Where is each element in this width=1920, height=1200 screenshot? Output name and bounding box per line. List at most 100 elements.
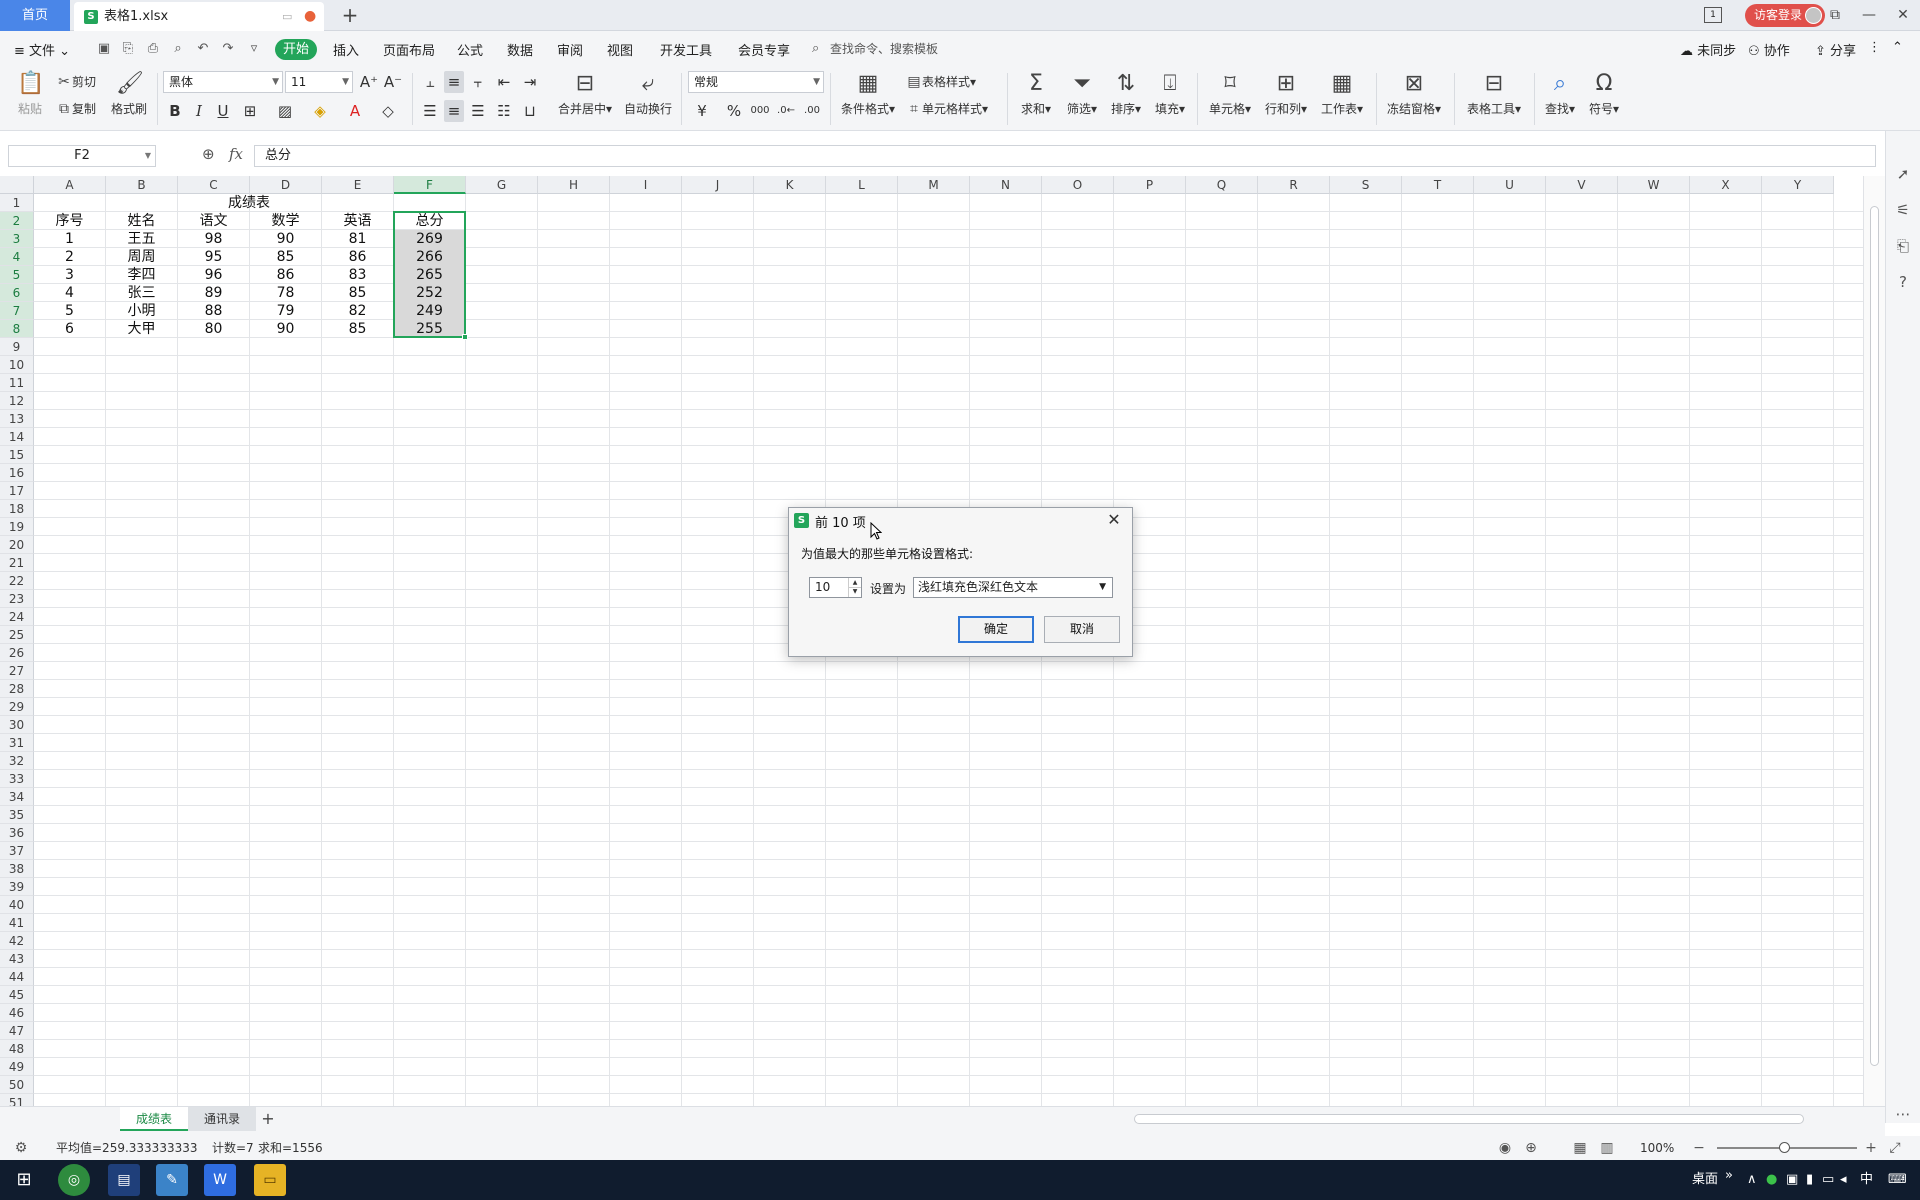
table-cell[interactable]: 姓名	[106, 212, 177, 230]
add-sheet-button[interactable]: +	[258, 1107, 278, 1131]
sheet-title-cell[interactable]: 成绩表	[34, 194, 464, 212]
collaborate-button[interactable]: ⚇ 协作	[1748, 40, 1790, 59]
cell-button[interactable]: ⌑ 单元格▾	[1206, 71, 1254, 117]
row-header[interactable]: 16	[0, 464, 34, 482]
more-menu-icon[interactable]: ⋮	[1868, 40, 1881, 55]
italic-icon[interactable]: I	[189, 100, 209, 122]
macro-icon[interactable]: ⚙	[12, 1139, 30, 1157]
cancel-button[interactable]: 取消	[1044, 616, 1120, 643]
row-header[interactable]: 41	[0, 914, 34, 932]
table-cell[interactable]: 85	[322, 320, 393, 338]
cell-style-button[interactable]: ⌗ 单元格样式▾	[906, 100, 988, 117]
row-header[interactable]: 8	[0, 320, 34, 338]
menu-developer[interactable]: 开发工具	[660, 40, 712, 59]
vertical-scroll-thumb[interactable]	[1870, 206, 1879, 1066]
wrap-text-button[interactable]: ⤶ 自动换行	[622, 71, 674, 117]
freeze-panes-button[interactable]: ⊠ 冻结窗格▾	[1384, 71, 1444, 117]
row-header[interactable]: 17	[0, 482, 34, 500]
column-header-f[interactable]: F	[394, 176, 466, 194]
row-header[interactable]: 20	[0, 536, 34, 554]
percent-icon[interactable]: %	[724, 100, 744, 122]
worksheet-button[interactable]: ▦ 工作表▾	[1318, 71, 1366, 117]
row-header[interactable]: 42	[0, 932, 34, 950]
row-header[interactable]: 11	[0, 374, 34, 392]
sheet-tab-grades[interactable]: 成绩表	[120, 1107, 188, 1131]
table-cell[interactable]: 5	[34, 302, 105, 320]
menu-view[interactable]: 视图	[607, 40, 633, 59]
row-header[interactable]: 26	[0, 644, 34, 662]
column-header-s[interactable]: S	[1330, 176, 1402, 194]
row-header[interactable]: 40	[0, 896, 34, 914]
decrease-indent-icon[interactable]: ⇤	[494, 71, 514, 93]
table-cell[interactable]: 小明	[106, 302, 177, 320]
row-header[interactable]: 6	[0, 284, 34, 302]
tray-app-icon[interactable]: ●	[1766, 1160, 1777, 1200]
table-cell[interactable]: 4	[34, 284, 105, 302]
customize-toolbar-icon[interactable]: ▿	[246, 41, 262, 57]
column-header-n[interactable]: N	[970, 176, 1042, 194]
row-header[interactable]: 18	[0, 500, 34, 518]
table-cell[interactable]: 语文	[178, 212, 249, 230]
menu-member[interactable]: 会员专享	[738, 40, 790, 59]
row-header[interactable]: 23	[0, 590, 34, 608]
row-header[interactable]: 10	[0, 356, 34, 374]
zoom-slider-knob[interactable]	[1779, 1142, 1790, 1153]
tray-volume-icon[interactable]: ◂	[1840, 1160, 1847, 1200]
column-header-v[interactable]: V	[1546, 176, 1618, 194]
fill-button[interactable]: ⍗ 填充▾	[1152, 71, 1188, 117]
settings-sliders-icon[interactable]: ⚟	[1894, 201, 1912, 219]
table-cell[interactable]: 数学	[250, 212, 321, 230]
row-header[interactable]: 44	[0, 968, 34, 986]
tray-mic-icon[interactable]: ▮	[1806, 1160, 1813, 1200]
table-cell[interactable]: 80	[178, 320, 249, 338]
sort-button[interactable]: ⇅ 排序▾	[1108, 71, 1144, 117]
align-right-icon[interactable]: ☰	[468, 100, 488, 122]
increase-font-icon[interactable]: A⁺	[359, 71, 379, 93]
eye-protection-icon[interactable]: ◉	[1496, 1139, 1514, 1157]
column-header-y[interactable]: Y	[1762, 176, 1834, 194]
unsaved-dot-icon[interactable]: ●	[304, 2, 316, 31]
column-header-r[interactable]: R	[1258, 176, 1330, 194]
decrease-decimal-icon[interactable]: .00	[802, 100, 822, 122]
select-all-corner[interactable]	[0, 176, 34, 194]
align-middle-icon[interactable]: ≡	[444, 71, 464, 93]
vertical-scrollbar[interactable]	[1863, 176, 1885, 1106]
media-app-icon[interactable]: ▤	[108, 1164, 140, 1196]
row-header[interactable]: 28	[0, 680, 34, 698]
horizontal-scroll-thumb[interactable]	[1134, 1114, 1804, 1124]
table-cell[interactable]: 85	[250, 248, 321, 266]
border-icon[interactable]: ⊞	[240, 100, 260, 122]
distribute-icon[interactable]: ⊔	[520, 100, 540, 122]
copy-button[interactable]: ⧉ 复制	[56, 100, 96, 117]
bold-icon[interactable]: B	[165, 100, 185, 122]
table-cell[interactable]: 89	[178, 284, 249, 302]
menu-formula[interactable]: 公式	[457, 40, 483, 59]
ok-button[interactable]: 确定	[958, 616, 1034, 643]
zoom-out-icon[interactable]: −	[1690, 1139, 1708, 1157]
browser-app-icon[interactable]: ◎	[58, 1164, 90, 1196]
guest-login-button[interactable]: 访客登录	[1745, 4, 1825, 27]
table-cell[interactable]: 90	[250, 320, 321, 338]
share-button[interactable]: ⇪ 分享	[1815, 40, 1856, 59]
justify-icon[interactable]: ☷	[494, 100, 514, 122]
tray-keyboard-icon[interactable]: ⌨	[1888, 1160, 1907, 1200]
table-cell[interactable]: 2	[34, 248, 105, 266]
row-header[interactable]: 37	[0, 842, 34, 860]
table-cell[interactable]: 83	[322, 266, 393, 284]
symbol-button[interactable]: Ω 符号▾	[1586, 71, 1622, 117]
table-cell[interactable]: 98	[178, 230, 249, 248]
font-family-select[interactable]: 黑体 ▼	[163, 71, 283, 93]
row-header[interactable]: 47	[0, 1022, 34, 1040]
fill-handle[interactable]	[462, 334, 468, 340]
row-header[interactable]: 48	[0, 1040, 34, 1058]
row-header[interactable]: 29	[0, 698, 34, 716]
find-button[interactable]: ⌕ 查找▾	[1542, 71, 1578, 117]
row-header[interactable]: 4	[0, 248, 34, 266]
column-header-g[interactable]: G	[466, 176, 538, 194]
table-cell[interactable]: 1	[34, 230, 105, 248]
row-header[interactable]: 35	[0, 806, 34, 824]
table-cell[interactable]: 95	[178, 248, 249, 266]
window-pin-icon[interactable]: ▭	[282, 2, 292, 31]
formula-input[interactable]: 总分	[254, 145, 1876, 167]
toolbar-arrow-icon[interactable]: »	[1725, 1156, 1733, 1196]
